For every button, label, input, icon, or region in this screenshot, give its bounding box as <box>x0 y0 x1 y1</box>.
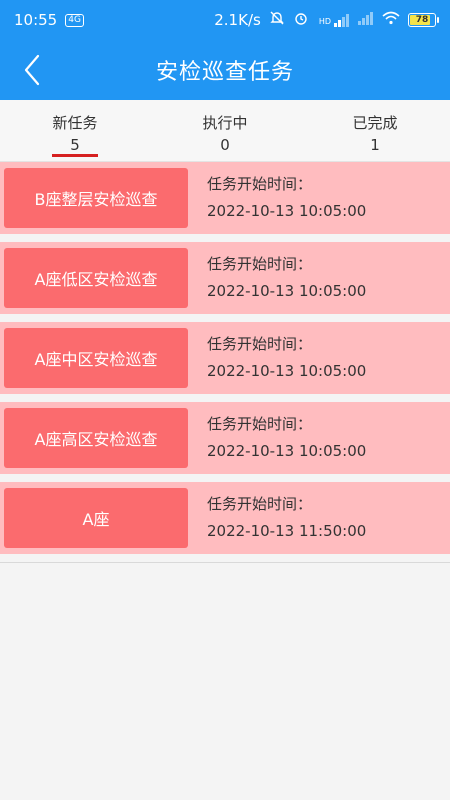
task-info: 任务开始时间： 2022-10-13 10:05:00 <box>207 251 366 305</box>
task-card[interactable]: A座 任务开始时间： 2022-10-13 11:50:00 <box>0 482 450 554</box>
start-time-value: 2022-10-13 10:05:00 <box>207 442 367 460</box>
tab-label: 新任务 <box>52 114 98 132</box>
tab-count: 1 <box>370 136 380 154</box>
task-info: 任务开始时间： 2022-10-13 11:50:00 <box>207 491 366 545</box>
wifi-icon <box>382 11 400 29</box>
page-title: 安检巡查任务 <box>155 60 294 85</box>
app-header: 10:55 4G 2.1K/s HD 78 安检巡查任务 <box>0 0 450 100</box>
task-tabs: 新任务 5 执行中 0 已完成 1 <box>0 100 450 162</box>
start-time-label: 任务开始时间： <box>207 255 313 273</box>
task-card[interactable]: A座低区安检巡查 任务开始时间： 2022-10-13 10:05:00 <box>0 242 450 314</box>
start-time-value: 2022-10-13 10:05:00 <box>207 362 367 380</box>
task-name-button[interactable]: A座低区安检巡查 <box>4 248 188 308</box>
battery-icon: 78 <box>408 13 439 27</box>
chevron-left-icon <box>24 54 40 86</box>
tab-label: 已完成 <box>352 114 398 132</box>
net-speed: 2.1K/s <box>214 11 261 29</box>
task-name-button[interactable]: A座 <box>4 488 188 548</box>
task-info: 任务开始时间： 2022-10-13 10:05:00 <box>207 411 366 465</box>
start-time-value: 2022-10-13 10:05:00 <box>207 202 367 220</box>
network-badge: 4G <box>65 13 84 27</box>
task-list: B座整层安检巡查 任务开始时间： 2022-10-13 10:05:00 A座低… <box>0 162 450 563</box>
start-time-label: 任务开始时间： <box>207 175 313 193</box>
tab-count: 0 <box>220 136 230 154</box>
start-time-label: 任务开始时间： <box>207 415 313 433</box>
hd-badge: HD <box>318 17 331 26</box>
alarm-icon <box>293 10 309 30</box>
tab-label: 执行中 <box>202 114 248 132</box>
active-tab-indicator <box>52 154 98 157</box>
start-time-value: 2022-10-13 11:50:00 <box>207 522 367 540</box>
tab-new-tasks[interactable]: 新任务 5 <box>0 100 150 161</box>
back-button[interactable] <box>10 48 54 92</box>
battery-level: 78 <box>415 15 429 25</box>
signal-hd-icon: HD <box>317 13 350 27</box>
mute-icon <box>269 10 285 30</box>
start-time-label: 任务开始时间： <box>207 495 313 513</box>
task-card[interactable]: A座中区安检巡查 任务开始时间： 2022-10-13 10:05:00 <box>0 322 450 394</box>
list-divider <box>0 562 450 563</box>
task-info: 任务开始时间： 2022-10-13 10:05:00 <box>207 171 366 225</box>
task-name-button[interactable]: A座高区安检巡查 <box>4 408 188 468</box>
status-time: 10:55 <box>14 11 58 29</box>
status-bar: 10:55 4G 2.1K/s HD 78 <box>0 0 450 40</box>
task-card[interactable]: B座整层安检巡查 任务开始时间： 2022-10-13 10:05:00 <box>0 162 450 234</box>
tab-completed[interactable]: 已完成 1 <box>300 100 450 161</box>
signal-icon <box>358 11 374 29</box>
task-info: 任务开始时间： 2022-10-13 10:05:00 <box>207 331 366 385</box>
task-name-button[interactable]: B座整层安检巡查 <box>4 168 188 228</box>
tab-count: 5 <box>70 136 80 154</box>
nav-bar: 安检巡查任务 <box>0 40 450 100</box>
start-time-value: 2022-10-13 10:05:00 <box>207 282 367 300</box>
task-card[interactable]: A座高区安检巡查 任务开始时间： 2022-10-13 10:05:00 <box>0 402 450 474</box>
start-time-label: 任务开始时间： <box>207 335 313 353</box>
tab-in-progress[interactable]: 执行中 0 <box>150 100 300 161</box>
task-name-button[interactable]: A座中区安检巡查 <box>4 328 188 388</box>
